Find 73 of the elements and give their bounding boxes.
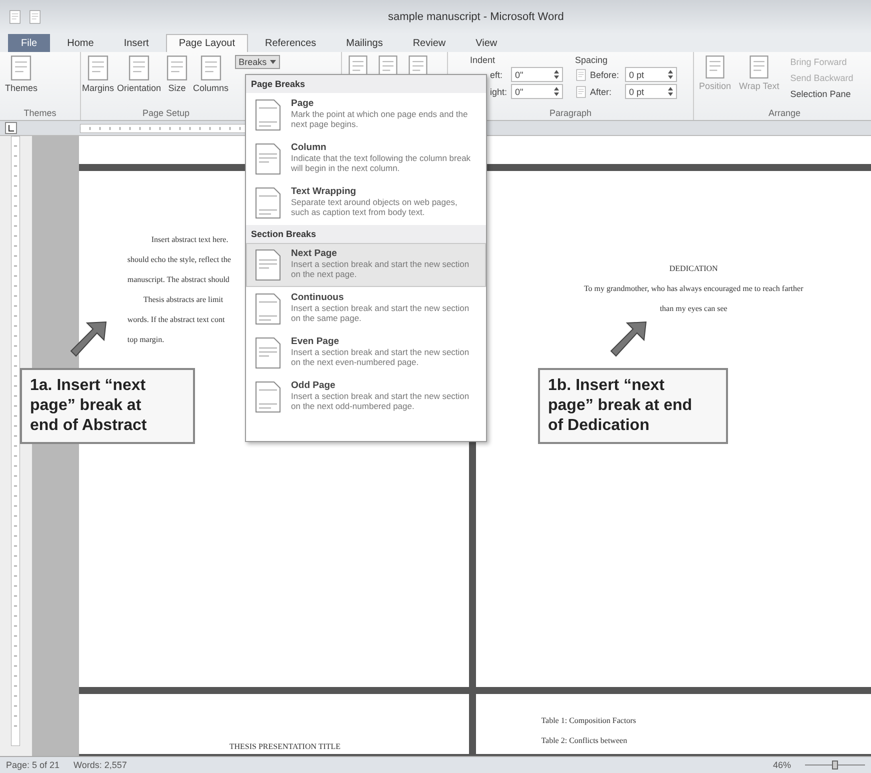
menu-item[interactable]: Odd Page Insert a section break and start the new section on the next odd-numbered page. bbox=[246, 375, 486, 419]
document-text: Table 1: Composition Factors bbox=[541, 716, 636, 725]
document-text: Insert abstract text here. bbox=[150, 235, 228, 244]
ribbon-tab[interactable]: Insert bbox=[110, 34, 162, 52]
page-icon bbox=[253, 142, 283, 176]
page-icon bbox=[253, 248, 283, 282]
file-tab[interactable]: File bbox=[8, 34, 50, 52]
page-icon bbox=[253, 292, 283, 326]
ribbon-button[interactable]: Margins bbox=[81, 55, 116, 93]
menu-item[interactable]: Column Indicate that the text following the column break will begin in the next column. bbox=[246, 137, 486, 181]
group-label: Themes bbox=[24, 108, 56, 120]
field-label: eft: bbox=[490, 70, 504, 80]
ribbon-tab[interactable]: Mailings bbox=[333, 34, 396, 52]
spinner-icon bbox=[668, 70, 673, 79]
page-icon bbox=[747, 55, 772, 79]
caret-icon bbox=[270, 60, 276, 64]
document-text: Thesis abstracts are limit bbox=[142, 295, 224, 304]
spinner-icon bbox=[554, 87, 559, 96]
field-label: After: bbox=[590, 86, 613, 96]
ribbon-tab[interactable]: View bbox=[462, 34, 510, 52]
menu-item[interactable]: Text Wrapping Separate text around objects on web pages, such as caption text from body text. bbox=[246, 181, 486, 225]
document-text: than my eyes can see bbox=[660, 304, 728, 313]
group-label: Paragraph bbox=[549, 108, 592, 120]
zoom-slider[interactable] bbox=[805, 760, 865, 770]
ribbon-tab[interactable]: Page Layout bbox=[166, 34, 248, 52]
spin-field[interactable]: 0 pt bbox=[625, 84, 677, 99]
document-text: words. If the abstract text cont bbox=[127, 315, 225, 324]
ribbon-tab[interactable]: References bbox=[252, 34, 330, 52]
tab-stop-icon[interactable] bbox=[5, 122, 17, 134]
page-icon bbox=[85, 55, 111, 81]
callout-box: 1b. Insert “next page” break at end of Dedication bbox=[538, 368, 728, 444]
group-label: Arrange bbox=[768, 108, 801, 120]
menu-heading: Page Breaks bbox=[246, 75, 486, 93]
page-icon bbox=[703, 55, 728, 79]
page-icon bbox=[253, 186, 283, 220]
document-heading: DEDICATION bbox=[669, 264, 718, 273]
menu-heading: Section Breaks bbox=[246, 225, 486, 243]
menu-item[interactable]: Next Page Insert a section break and start the new section on the next page. bbox=[246, 243, 486, 287]
page-icon bbox=[253, 336, 283, 370]
spinner-icon bbox=[554, 70, 559, 79]
group-label: Page Setup bbox=[142, 108, 190, 120]
callout-box: 1a. Insert “next page” break at end of Abstract bbox=[20, 368, 195, 444]
menu-item[interactable]: Page Mark the point at which one page ends and the next page begins. bbox=[246, 93, 486, 137]
section-heading: Spacing bbox=[575, 55, 609, 65]
spin-field[interactable]: 0" bbox=[511, 67, 563, 82]
themes-button[interactable]: Themes bbox=[4, 55, 39, 93]
spinner-icon bbox=[668, 87, 673, 96]
menu-item[interactable]: Continuous Insert a section break and start the new section on the same page. bbox=[246, 287, 486, 331]
ribbon-button[interactable]: Orientation bbox=[116, 55, 162, 93]
breaks-button[interactable]: Breaks bbox=[234, 55, 280, 69]
section-heading: Indent bbox=[470, 55, 496, 65]
document-text: top margin. bbox=[127, 335, 164, 344]
document-text: To my grandmother, who has always encouraged me to reach farther bbox=[584, 284, 804, 293]
page-icon bbox=[253, 380, 283, 414]
document-text: manuscript. The abstract should bbox=[127, 275, 230, 284]
document-text: Table 2: Conflicts between bbox=[541, 736, 628, 745]
document-text: should echo the style, reflect the bbox=[127, 255, 231, 264]
word-count[interactable]: Words: 2,557 bbox=[74, 760, 127, 770]
page-count[interactable]: Page: 5 of 21 bbox=[6, 760, 60, 770]
menu-item[interactable]: Even Page Insert a section break and start the new section on the next even-numbered page. bbox=[246, 331, 486, 375]
spin-field[interactable]: 0" bbox=[511, 84, 563, 99]
zoom-level[interactable]: 46% bbox=[772, 760, 791, 770]
ribbon-button[interactable]: Size bbox=[163, 55, 192, 93]
window-title: sample manuscript - Microsoft Word bbox=[388, 11, 564, 23]
ribbon-button[interactable]: Selection Pane bbox=[786, 87, 858, 101]
ribbon-tab[interactable]: Home bbox=[54, 34, 107, 52]
page-icon bbox=[253, 98, 283, 132]
field-label: ight: bbox=[490, 86, 508, 96]
document-text: THESIS PRESENTATION TITLE bbox=[229, 742, 341, 751]
spin-field[interactable]: 0 pt bbox=[625, 67, 677, 82]
ribbon-button[interactable]: Columns bbox=[192, 55, 230, 93]
ribbon-tab[interactable]: Review bbox=[400, 34, 459, 52]
field-label: Before: bbox=[590, 70, 620, 80]
